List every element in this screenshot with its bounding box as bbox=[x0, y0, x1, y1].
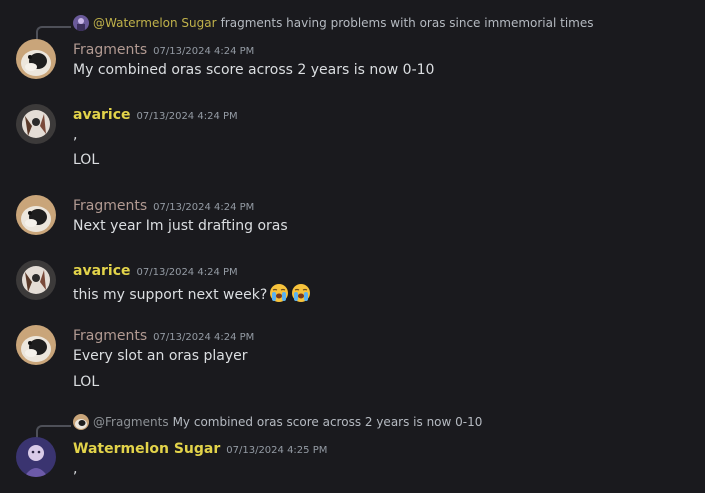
message-text: My combined oras score across 2 years is… bbox=[73, 62, 435, 78]
message-text: Next year Im just drafting oras bbox=[73, 218, 288, 234]
reply-connector bbox=[36, 26, 71, 40]
reply-text: My combined oras score across 2 years is… bbox=[172, 415, 483, 429]
message-text: LOL bbox=[73, 374, 100, 390]
message-text: this my support next week? bbox=[73, 287, 268, 303]
message-text: , bbox=[73, 461, 78, 477]
message-header: avarice 07/13/2024 4:24 PM bbox=[73, 104, 238, 123]
timestamp[interactable]: 07/13/2024 4:24 PM bbox=[137, 267, 238, 278]
avatar-fragments[interactable] bbox=[16, 325, 56, 365]
reply-author[interactable]: @Watermelon Sugar bbox=[93, 16, 217, 30]
message-header: Fragments 07/13/2024 4:24 PM bbox=[73, 195, 254, 214]
reply-avatar bbox=[73, 15, 89, 31]
message-line: this my support next week? bbox=[73, 283, 311, 303]
loudly-crying-face-emoji[interactable] bbox=[291, 283, 311, 303]
timestamp[interactable]: 07/13/2024 4:24 PM bbox=[153, 202, 254, 213]
avatar-avarice[interactable] bbox=[16, 104, 56, 144]
timestamp[interactable]: 07/13/2024 4:24 PM bbox=[153, 332, 254, 343]
chat-message-list: @Watermelon Sugar fragments having probl… bbox=[0, 0, 705, 493]
timestamp[interactable]: 07/13/2024 4:25 PM bbox=[226, 445, 327, 456]
username[interactable]: avarice bbox=[73, 263, 131, 279]
avatar-fragments[interactable] bbox=[16, 39, 56, 79]
avatar-fragments[interactable] bbox=[16, 195, 56, 235]
username[interactable]: avarice bbox=[73, 107, 131, 123]
loudly-crying-face-emoji[interactable] bbox=[269, 283, 289, 303]
avatar-avarice[interactable] bbox=[16, 260, 56, 300]
username[interactable]: Watermelon Sugar bbox=[73, 441, 220, 457]
reply-preview[interactable]: @Watermelon Sugar fragments having probl… bbox=[73, 15, 594, 31]
reply-preview[interactable]: @Fragments My combined oras score across… bbox=[73, 414, 482, 430]
message-header: avarice 07/13/2024 4:24 PM bbox=[73, 260, 238, 279]
message-text: LOL bbox=[73, 152, 100, 168]
message-text: Every slot an oras player bbox=[73, 348, 248, 364]
username[interactable]: Fragments bbox=[73, 198, 147, 214]
avatar-watermelon-sugar[interactable] bbox=[16, 437, 56, 477]
reply-author[interactable]: @Fragments bbox=[93, 415, 169, 429]
message-header: Fragments 07/13/2024 4:24 PM bbox=[73, 39, 254, 58]
reply-text: fragments having problems with oras sinc… bbox=[220, 16, 594, 30]
message-text: , bbox=[73, 127, 78, 143]
message-header: Watermelon Sugar 07/13/2024 4:25 PM bbox=[73, 438, 327, 457]
message-header: Fragments 07/13/2024 4:24 PM bbox=[73, 325, 254, 344]
timestamp[interactable]: 07/13/2024 4:24 PM bbox=[137, 111, 238, 122]
timestamp[interactable]: 07/13/2024 4:24 PM bbox=[153, 46, 254, 57]
reply-avatar bbox=[73, 414, 89, 430]
username[interactable]: Fragments bbox=[73, 42, 147, 58]
username[interactable]: Fragments bbox=[73, 328, 147, 344]
